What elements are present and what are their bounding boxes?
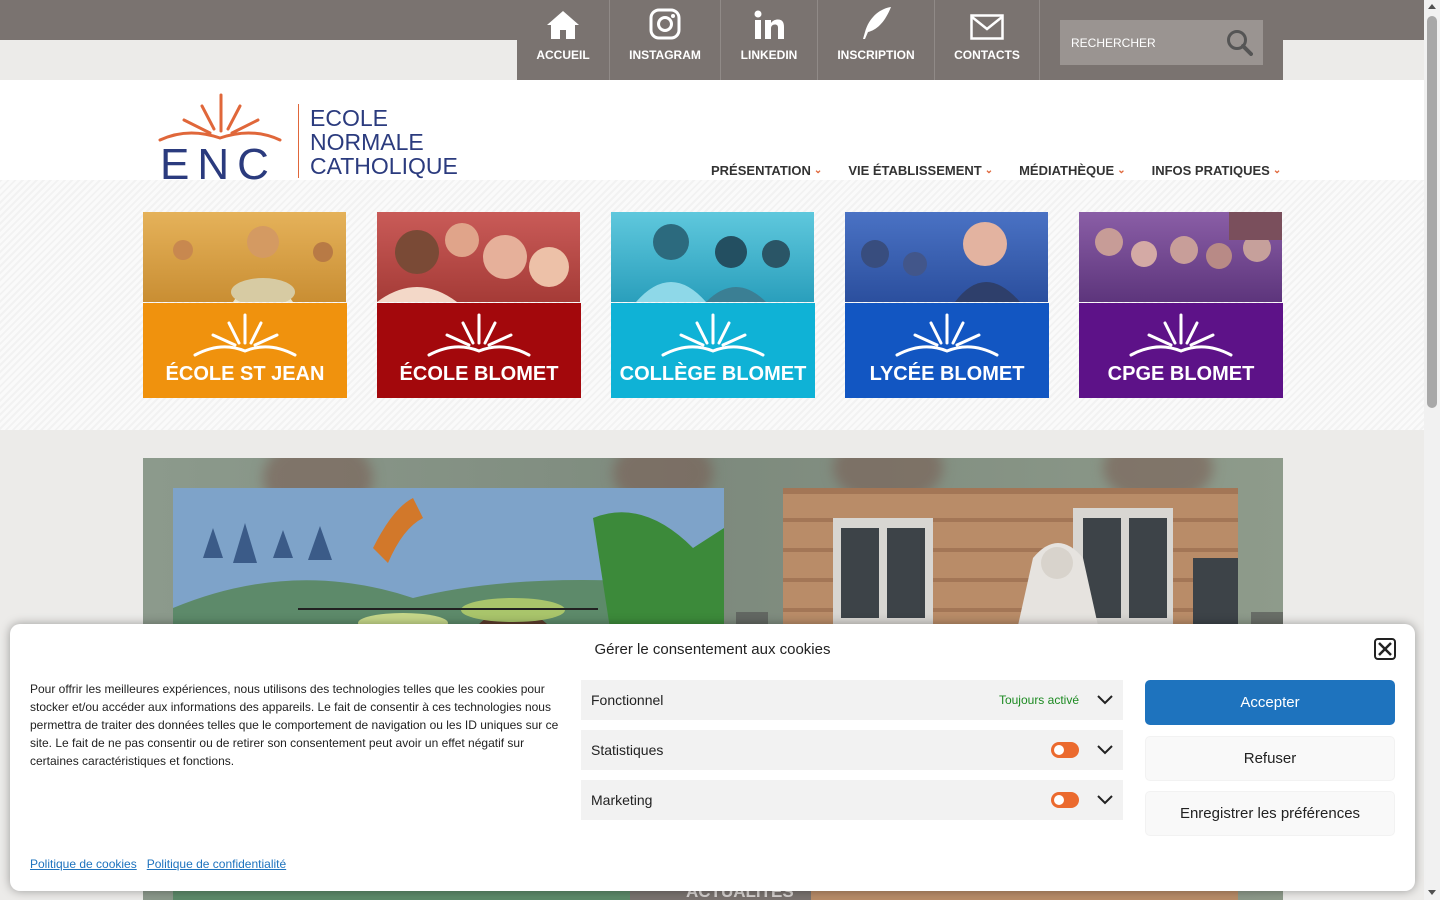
tile-photo [143, 212, 346, 306]
pref-marketing[interactable]: Marketing [581, 780, 1123, 820]
chevron-down-icon: ⌄ [1272, 165, 1282, 176]
tile-label: CPGE BLOMET [1079, 303, 1283, 398]
logo-line-3: CATHOLIQUE [310, 153, 458, 179]
sun-book-icon [427, 313, 531, 357]
tile-text: LYCÉE BLOMET [869, 363, 1025, 385]
logo-line-2: NORMALE [310, 129, 424, 155]
tile-ecole-blomet[interactable]: ÉCOLE BLOMET [377, 212, 581, 398]
search-input[interactable] [1071, 35, 1221, 50]
tile-lycee-blomet[interactable]: LYCÉE BLOMET [845, 212, 1049, 398]
tile-photo [845, 212, 1048, 302]
chevron-down-icon[interactable] [1097, 795, 1113, 805]
sun-book-icon [661, 313, 765, 357]
save-preferences-button[interactable]: Enregistrer les préférences [1145, 791, 1395, 836]
chevron-down-icon: ⌄ [984, 165, 994, 176]
topnav-inscription[interactable]: INSCRIPTION [818, 0, 935, 80]
logo-divider [298, 104, 299, 178]
chevron-down-icon: ⌄ [813, 165, 823, 176]
sun-book-icon [895, 313, 999, 357]
close-button[interactable] [1374, 638, 1396, 660]
tile-college-blomet[interactable]: COLLÈGE BLOMET [611, 212, 815, 398]
tile-photo [611, 212, 814, 302]
home-icon [547, 11, 579, 39]
menu-mediatheque[interactable]: MÉDIATHÈQUE ⌄ [1019, 163, 1126, 178]
tile-ecole-st-jean[interactable]: ÉCOLE ST JEAN [143, 212, 347, 398]
cookie-consent-dialog: Gérer le consentement aux cookies Pour o… [10, 624, 1415, 891]
accept-button[interactable]: Accepter [1145, 680, 1395, 725]
topnav-label: ACCUEIL [536, 48, 590, 62]
tile-photo [377, 212, 580, 302]
logo-line-1: ECOLE [310, 105, 388, 131]
page-scrollbar[interactable] [1424, 0, 1440, 900]
children-photo-icon [377, 223, 569, 302]
marketing-toggle[interactable] [1051, 792, 1079, 808]
tile-text: COLLÈGE BLOMET [619, 363, 807, 385]
menu-label: VIE ÉTABLISSEMENT [848, 163, 982, 178]
pref-label: Statistiques [591, 742, 664, 758]
scroll-up-arrow-icon[interactable] [1428, 4, 1436, 9]
menu-vie-etablissement[interactable]: VIE ÉTABLISSEMENT ⌄ [848, 163, 993, 178]
pref-status: Toujours activé [998, 693, 1079, 707]
envelope-icon [970, 14, 1004, 40]
children-photo-icon [173, 226, 333, 306]
topnav-instagram[interactable]: INSTAGRAM [610, 0, 721, 80]
statistiques-toggle[interactable] [1051, 742, 1079, 758]
topnav-linkedin[interactable]: LINKEDIN [721, 0, 818, 80]
students-photo-icon [636, 224, 790, 302]
students-photo-icon [861, 222, 1020, 302]
close-icon [1378, 642, 1392, 656]
menu-label: MÉDIATHÈQUE [1019, 163, 1115, 178]
search-icon[interactable] [1226, 29, 1253, 56]
tile-label: LYCÉE BLOMET [845, 303, 1049, 398]
cookie-title: Gérer le consentement aux cookies [594, 641, 831, 658]
pref-label: Fonctionnel [591, 692, 664, 708]
tile-text: ÉCOLE BLOMET [399, 363, 559, 385]
topnav-label: INSCRIPTION [837, 48, 915, 62]
chevron-down-icon[interactable] [1097, 745, 1113, 755]
refuse-button[interactable]: Refuser [1145, 736, 1395, 781]
privacy-policy-link[interactable]: Politique de confidentialité [147, 857, 286, 871]
topnav-label: INSTAGRAM [629, 48, 701, 62]
scroll-down-arrow-icon[interactable] [1428, 890, 1436, 895]
scrollbar-thumb[interactable] [1427, 16, 1437, 408]
menu-label: PRÉSENTATION [711, 163, 811, 178]
topnav-accueil[interactable]: ACCUEIL [517, 0, 610, 80]
tile-cpge-blomet[interactable]: CPGE BLOMET [1079, 212, 1283, 398]
menu-label: INFOS PRATIQUES [1151, 163, 1270, 178]
menu-infos-pratiques[interactable]: INFOS PRATIQUES ⌄ [1152, 163, 1282, 178]
instagram-icon [649, 8, 681, 40]
chevron-down-icon[interactable] [1097, 695, 1113, 705]
logo-text: ECOLE NORMALE CATHOLIQUE [310, 106, 458, 178]
search-box [1060, 20, 1263, 65]
topnav-label: LINKEDIN [740, 48, 798, 62]
tile-text: CPGE BLOMET [1107, 363, 1255, 385]
sun-book-icon [193, 313, 297, 357]
linkedin-icon [754, 10, 784, 39]
enc-logo-icon: ENC [158, 93, 282, 189]
topnav-label: CONTACTS [954, 48, 1020, 62]
pref-label: Marketing [591, 792, 653, 808]
sun-book-icon [1129, 313, 1233, 357]
menu-presentation[interactable]: PRÉSENTATION ⌄ [711, 163, 822, 178]
tile-label: COLLÈGE BLOMET [611, 303, 815, 398]
tile-photo [1079, 212, 1282, 302]
main-navigation: PRÉSENTATION ⌄ VIE ÉTABLISSEMENT ⌄ MÉDIATH… [711, 163, 1281, 178]
tile-label: ÉCOLE ST JEAN [143, 303, 347, 398]
pref-fonctionnel[interactable]: Fonctionnel Toujours activé [581, 680, 1123, 720]
cookie-description: Pour offrir les meilleures expériences, … [30, 682, 559, 768]
pref-statistiques[interactable]: Statistiques [581, 730, 1123, 770]
tile-label: ÉCOLE BLOMET [377, 303, 581, 398]
topnav-contacts[interactable]: CONTACTS [935, 0, 1040, 80]
logo-mark-text: ENC [160, 140, 277, 183]
cookie-policy-link[interactable]: Politique de cookies [30, 857, 137, 871]
chevron-down-icon: ⌄ [1117, 165, 1126, 176]
students-photo-icon [1095, 212, 1282, 269]
cookie-links: Politique de cookies Politique de confid… [30, 857, 286, 871]
tile-text: ÉCOLE ST JEAN [165, 363, 325, 385]
quill-icon [863, 7, 891, 39]
